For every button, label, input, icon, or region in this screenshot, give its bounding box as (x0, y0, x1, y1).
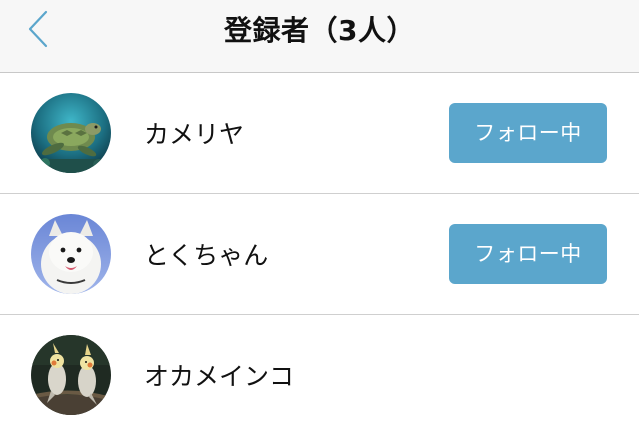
list-item[interactable]: とくちゃん フォロー中 (0, 194, 639, 315)
navigation-bar: 登録者（3人） (0, 0, 639, 73)
cockatiel-avatar-image (31, 335, 111, 415)
list-item[interactable]: オカメインコ (0, 315, 639, 435)
username: オカメインコ (144, 362, 295, 391)
registrant-list: カメリヤ フォロー中 とくちゃん フォロー中 オカメインコ (0, 73, 639, 435)
following-button[interactable]: フォロー中 (449, 224, 607, 284)
avatar[interactable] (31, 335, 111, 415)
white-dog-avatar-image (31, 214, 111, 294)
registrants-screen: 登録者（3人） カメリヤ フォロー中 とくちゃん フォロー中 オカメインコ (0, 0, 639, 435)
avatar[interactable] (31, 93, 111, 173)
avatar[interactable] (31, 214, 111, 294)
following-button[interactable]: フォロー中 (449, 103, 607, 163)
username: カメリヤ (144, 120, 245, 149)
page-title: 登録者（3人） (224, 14, 415, 47)
username: とくちゃん (144, 241, 269, 270)
sea-turtle-avatar-image (31, 93, 111, 173)
list-item[interactable]: カメリヤ フォロー中 (0, 73, 639, 194)
